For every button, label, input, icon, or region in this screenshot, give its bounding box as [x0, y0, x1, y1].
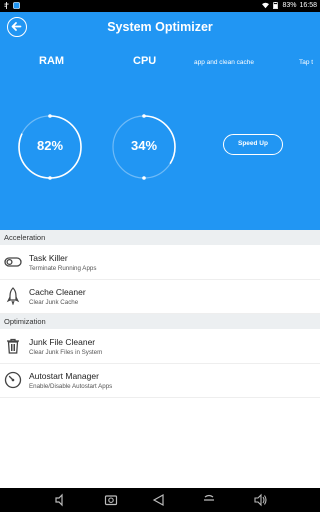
- item-title: Task Killer: [29, 253, 68, 263]
- tip-text: app and clean cache: [194, 59, 254, 66]
- ram-value: 82%: [36, 138, 64, 153]
- speed-up-button[interactable]: Speed Up: [223, 134, 283, 155]
- tip-text-right: Tap t: [299, 59, 314, 66]
- cpu-value: 34%: [130, 138, 158, 153]
- item-title: Autostart Manager: [29, 371, 99, 381]
- usb-icon: [4, 2, 9, 9]
- item-title: Cache Cleaner: [29, 287, 86, 297]
- section-acceleration: Acceleration: [0, 230, 320, 245]
- navigation-bar: [0, 488, 320, 512]
- item-subtitle: Enable/Disable Autostart Apps: [29, 383, 113, 390]
- list-item-junk-file-cleaner[interactable]: Junk File Cleaner Clear Junk Files in Sy…: [0, 330, 320, 364]
- page-title: System Optimizer: [107, 20, 213, 34]
- cpu-gauge: 34%: [111, 114, 177, 180]
- battery-icon: [273, 2, 279, 9]
- volume-down-icon[interactable]: [54, 493, 68, 507]
- ram-gauge: 82%: [17, 114, 83, 180]
- list-item-cache-cleaner[interactable]: Cache Cleaner Clear Junk Cache: [0, 280, 320, 314]
- home-icon[interactable]: [202, 493, 216, 507]
- ram-label: RAM: [39, 55, 65, 67]
- battery-percent: 83%: [282, 2, 297, 9]
- optimizer-header: System Optimizer RAM CPU app and clean c…: [0, 12, 320, 230]
- volume-up-icon[interactable]: [254, 493, 268, 507]
- toggle-icon: [4, 257, 22, 267]
- item-subtitle: Terminate Running Apps: [29, 265, 97, 272]
- app-notification-icon: [13, 2, 20, 9]
- section-optimization: Optimization: [0, 314, 320, 329]
- rocket-icon: [6, 287, 20, 305]
- item-subtitle: Clear Junk Files in System: [29, 349, 103, 356]
- item-subtitle: Clear Junk Cache: [29, 299, 79, 306]
- screenshot-icon[interactable]: [104, 493, 118, 507]
- back-nav-icon[interactable]: [152, 493, 166, 507]
- cpu-label: CPU: [133, 55, 157, 67]
- status-bar: 83% 16:58: [0, 0, 320, 12]
- trash-icon: [7, 338, 19, 354]
- wifi-icon: [262, 2, 270, 9]
- item-title: Junk File Cleaner: [29, 337, 96, 347]
- list-item-task-killer[interactable]: Task Killer Terminate Running Apps: [0, 246, 320, 280]
- gauge-icon: [4, 371, 22, 389]
- list-item-autostart-manager[interactable]: Autostart Manager Enable/Disable Autosta…: [0, 364, 320, 398]
- clock: 16:58: [299, 2, 317, 9]
